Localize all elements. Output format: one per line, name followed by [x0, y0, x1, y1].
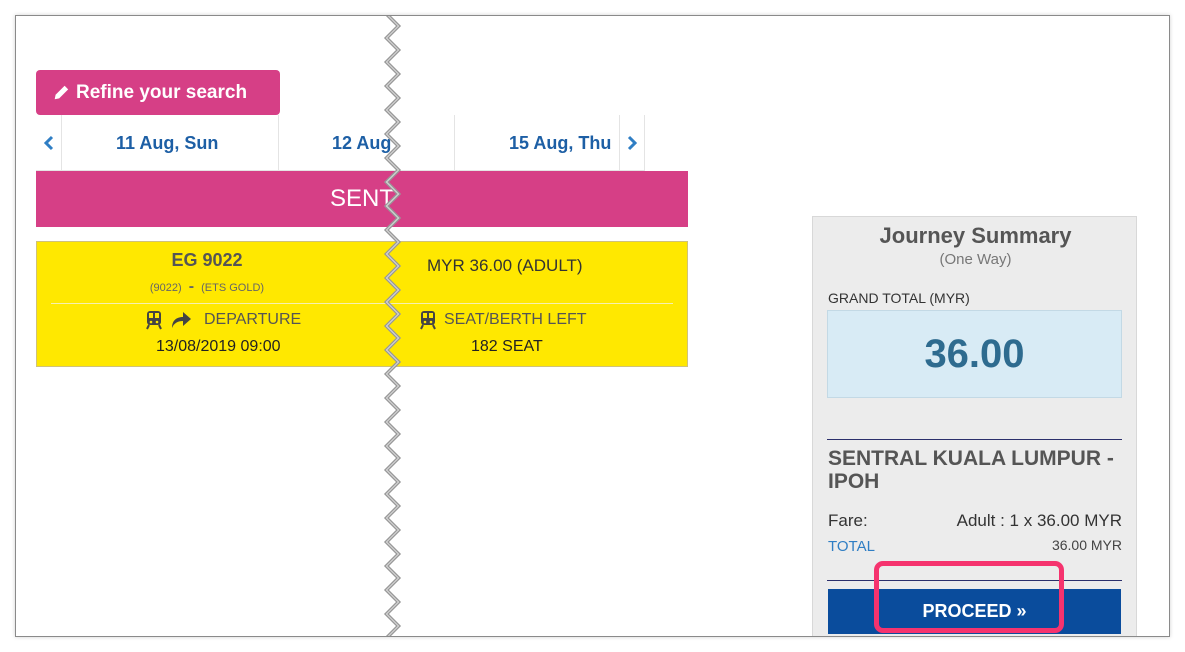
share-arrow-icon — [172, 312, 191, 328]
chevron-right-icon[interactable] — [619, 115, 645, 171]
train-number: (9022) — [149, 282, 182, 294]
train-price: MYR 36.00 (ADULT) — [427, 256, 583, 275]
train-dash: - — [188, 278, 195, 295]
summary-route: SENTRAL KUALA LUMPUR - IPOH — [828, 447, 1114, 493]
fare-label: Fare: — [828, 511, 868, 530]
seat-value: 182 SEAT — [471, 338, 543, 355]
summary-title: Journey Summary — [879, 223, 1072, 248]
summary-subtitle: (One Way) — [939, 251, 1012, 268]
refine-search-button[interactable]: Refine your search — [36, 70, 280, 115]
chevron-left-icon[interactable] — [36, 115, 62, 171]
departure-label-row: DEPARTURE — [144, 310, 301, 330]
pencil-icon — [54, 85, 69, 99]
departure-label: DEPARTURE — [204, 311, 302, 328]
date-navigation: 11 Aug, Sun 12 Aug 15 Aug, Thu — [36, 115, 645, 171]
card-divider — [51, 303, 673, 304]
station-header: SENT — [36, 171, 688, 227]
departure-value: 13/08/2019 09:00 — [156, 338, 281, 355]
fare-value: Adult : 1 x 36.00 MYR — [956, 511, 1122, 530]
train-option-card[interactable]: EG 9022 (9022) - (ETS GOLD) MYR 36.00 (A… — [36, 241, 688, 367]
date-tab-11-aug[interactable]: 11 Aug, Sun — [116, 115, 218, 171]
date-divider — [454, 115, 455, 171]
train-class: (9022) - (ETS GOLD) — [37, 278, 377, 296]
total-value: 36.00 MYR — [1051, 537, 1122, 553]
booking-page: Refine your search 11 Aug, Sun 12 Aug 15… — [15, 15, 1170, 637]
date-tab-15-aug[interactable]: 15 Aug, Thu — [509, 115, 611, 171]
summary-divider — [827, 439, 1122, 440]
grand-total-value: 36.00 — [827, 310, 1122, 398]
train-code: EG 9022 — [171, 250, 243, 270]
seat-label: SEAT/BERTH LEFT — [444, 311, 587, 328]
torn-edge — [383, 16, 402, 636]
grand-total-label: GRAND TOTAL (MYR) — [828, 290, 970, 306]
proceed-highlight — [874, 561, 1064, 633]
train-icon — [420, 311, 436, 330]
seat-label-row: SEAT/BERTH LEFT — [418, 310, 587, 330]
refine-search-label: Refine your search — [76, 81, 248, 103]
train-icon — [146, 311, 162, 330]
total-label: TOTAL — [828, 538, 875, 555]
date-divider — [278, 115, 279, 171]
train-class-label: (ETS GOLD) — [201, 282, 265, 294]
